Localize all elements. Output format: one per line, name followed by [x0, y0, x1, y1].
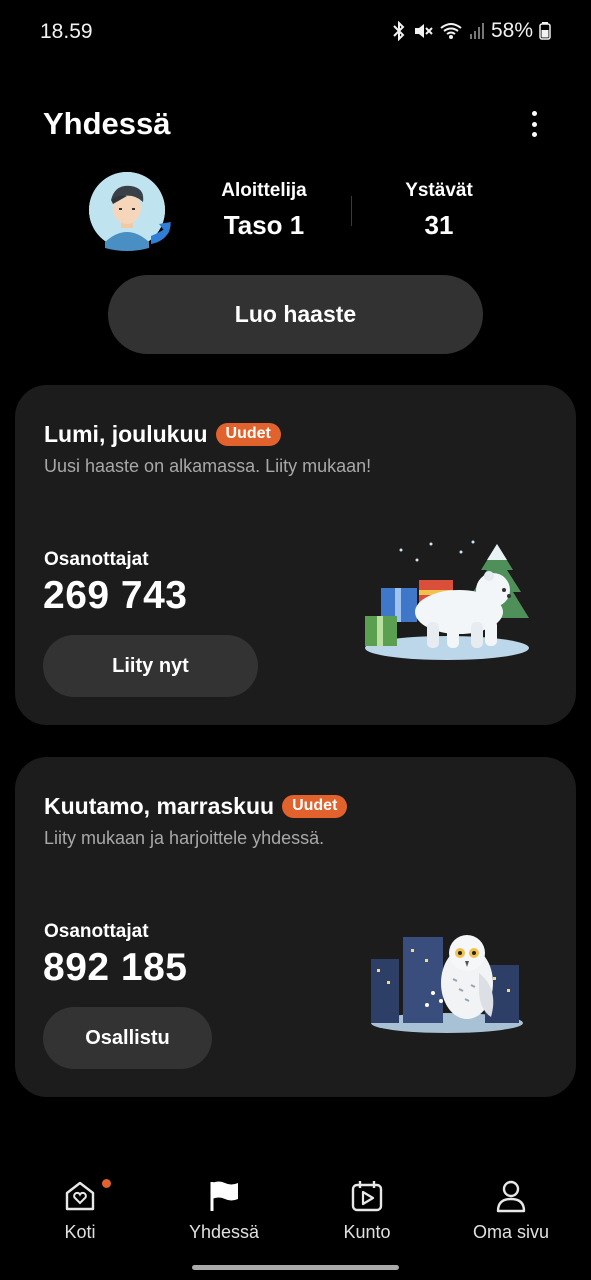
challenge-subtitle: Liity mukaan ja harjoittele yhdessä.	[44, 828, 325, 848]
status-bar: 18.59 58%	[0, 0, 591, 64]
status-time: 18.59	[40, 20, 93, 43]
play-calendar-icon	[307, 1178, 427, 1214]
profile-divider	[351, 196, 352, 226]
nav-label: Kunto	[343, 1222, 391, 1242]
nav-item-fitness[interactable]: Kunto	[307, 1178, 427, 1243]
friends-block[interactable]: Ystävät 31	[390, 180, 488, 241]
challenge-card[interactable]: Lumi, joulukuu Uudet Uusi haaste on alka…	[15, 385, 576, 725]
polar-bear-illustration	[365, 540, 529, 660]
challenge-title: Kuutamo, marraskuu	[44, 793, 275, 819]
status-icons: 58%	[391, 19, 551, 43]
join-now-button[interactable]: Liity nyt	[43, 635, 258, 697]
nav-label: Koti	[64, 1222, 96, 1242]
participants-label: Osanottajat	[44, 921, 149, 942]
home-indicator[interactable]	[192, 1265, 399, 1270]
nav-label: Yhdessä	[188, 1222, 260, 1242]
page-title: Yhdessä	[43, 106, 171, 141]
notification-dot	[102, 1179, 111, 1188]
nav-label: Oma sivu	[472, 1222, 550, 1242]
bottom-navigation: Koti Yhdessä Kunto Oma sivu	[0, 1160, 591, 1250]
participate-button[interactable]: Osallistu	[43, 1007, 212, 1069]
bluetooth-icon	[393, 21, 405, 41]
level-value: Taso 1	[223, 210, 305, 240]
challenge-title-row: Lumi, joulukuu Uudet	[44, 421, 281, 448]
mute-icon	[414, 24, 433, 38]
flag-icon	[164, 1178, 284, 1214]
create-challenge-button[interactable]: Luo haaste	[108, 275, 483, 354]
nav-item-profile[interactable]: Oma sivu	[451, 1178, 571, 1243]
wifi-icon	[440, 23, 462, 39]
new-badge: Uudet	[215, 423, 281, 446]
avatar[interactable]	[89, 172, 171, 251]
challenge-title: Lumi, joulukuu	[44, 421, 208, 447]
challenge-subtitle: Uusi haaste on alkamassa. Liity mukaan!	[44, 456, 372, 476]
snowy-owl-illustration	[371, 935, 523, 1033]
person-icon	[451, 1178, 571, 1214]
nav-item-together[interactable]: Yhdessä	[164, 1178, 284, 1243]
challenge-card[interactable]: Kuutamo, marraskuu Uudet Liity mukaan ja…	[15, 757, 576, 1097]
signal-icon	[469, 23, 484, 39]
challenge-title-row: Kuutamo, marraskuu Uudet	[44, 793, 348, 820]
participants-count: 892 185	[43, 946, 188, 989]
participants-count: 269 743	[43, 574, 188, 617]
new-badge: Uudet	[282, 795, 348, 818]
battery-icon	[539, 22, 551, 40]
home-heart-icon	[20, 1178, 140, 1214]
participants-label: Osanottajat	[44, 549, 149, 570]
more-options-icon[interactable]	[522, 108, 546, 140]
nav-item-home[interactable]: Koti	[20, 1178, 140, 1243]
level-block[interactable]: Aloittelija Taso 1	[205, 180, 323, 241]
friends-label: Ystävät	[405, 180, 473, 201]
level-label: Aloittelija	[221, 180, 307, 201]
battery-percentage: 58%	[490, 19, 533, 42]
friends-count: 31	[424, 210, 454, 240]
